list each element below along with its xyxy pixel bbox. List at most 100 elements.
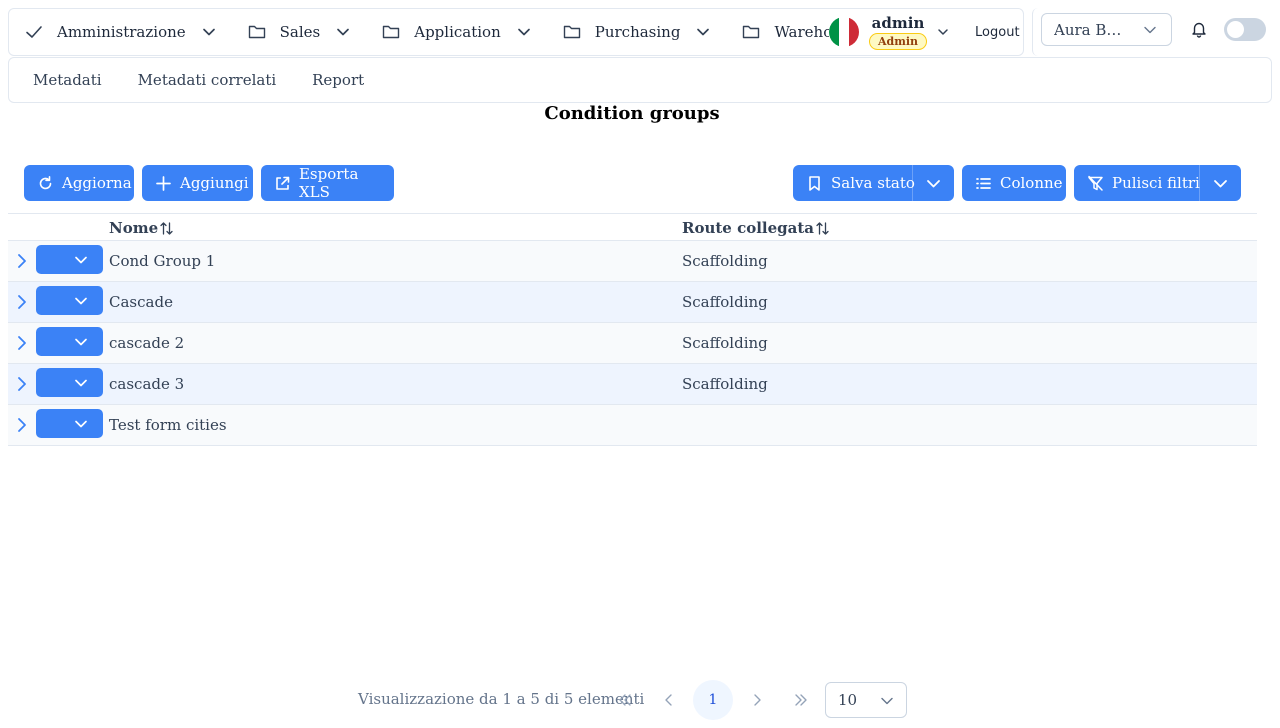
chevron-right-icon bbox=[754, 694, 761, 706]
theme-toggle[interactable] bbox=[1224, 18, 1266, 41]
tab-bar: Metadati Metadati correlati Report bbox=[8, 57, 1272, 103]
export-xls-button[interactable]: Esporta XLS bbox=[261, 165, 394, 201]
top-menubar: Amministrazione Sales Application Purcha… bbox=[8, 8, 1024, 56]
user-area: admin Admin Logout bbox=[829, 9, 1020, 55]
chevron-down-icon bbox=[75, 297, 87, 305]
rows-per-page-value: 10 bbox=[838, 691, 858, 709]
column-header-route-collegata[interactable]: Route collegata bbox=[682, 219, 830, 237]
folder-icon bbox=[743, 25, 760, 39]
save-state-button[interactable]: Salva stato bbox=[793, 165, 954, 201]
refresh-label: Aggiorna bbox=[62, 174, 132, 192]
save-state-dropdown[interactable] bbox=[912, 165, 954, 201]
add-button[interactable]: Aggiungi bbox=[142, 165, 253, 201]
chevrons-left-icon bbox=[619, 694, 631, 706]
company-select[interactable]: Aura B… bbox=[1041, 13, 1172, 46]
external-link-icon bbox=[276, 176, 290, 190]
chevron-right-icon[interactable] bbox=[14, 334, 30, 352]
add-label: Aggiungi bbox=[180, 174, 249, 192]
export-label: Esporta XLS bbox=[298, 165, 359, 201]
chevron-down-icon bbox=[75, 256, 87, 264]
chevron-right-icon[interactable] bbox=[14, 252, 30, 270]
chevron-down-icon bbox=[1214, 179, 1227, 187]
user-role-badge: Admin bbox=[869, 32, 928, 50]
columns-button[interactable]: Colonne bbox=[962, 165, 1066, 201]
row-actions-button[interactable] bbox=[36, 286, 103, 315]
chevron-right-icon[interactable] bbox=[14, 293, 30, 311]
sort-icon bbox=[160, 221, 173, 235]
save-state-label: Salva stato bbox=[831, 174, 915, 192]
table-row[interactable]: cascade 3 Scaffolding bbox=[8, 364, 1257, 405]
table-header: Nome Route collegata bbox=[8, 214, 1257, 241]
tab-metadati-correlati[interactable]: Metadati correlati bbox=[138, 71, 277, 89]
table-row[interactable]: Cascade Scaffolding bbox=[8, 282, 1257, 323]
logout-button[interactable]: Logout bbox=[975, 25, 1020, 40]
header-right-panel: Aura B… bbox=[1032, 8, 1272, 56]
user-menu[interactable]: admin Admin bbox=[869, 15, 928, 50]
plus-icon bbox=[156, 175, 171, 191]
condition-groups-table: Nome Route collegata Cond Group 1 Scaffo… bbox=[8, 213, 1257, 446]
toggle-knob bbox=[1227, 21, 1244, 38]
column-header-nome[interactable]: Nome bbox=[109, 219, 174, 237]
cell-route: Scaffolding bbox=[682, 293, 768, 311]
pagination-summary: Visualizzazione da 1 a 5 di 5 elementi bbox=[358, 690, 645, 708]
table-row[interactable]: cascade 2 Scaffolding bbox=[8, 323, 1257, 364]
last-page-button[interactable] bbox=[781, 680, 821, 720]
tab-metadati[interactable]: Metadati bbox=[33, 71, 102, 89]
next-page-button[interactable] bbox=[737, 680, 777, 720]
menu-item-amministrazione[interactable]: Amministrazione bbox=[9, 9, 232, 55]
chevron-down-icon[interactable] bbox=[937, 26, 949, 38]
table-row[interactable]: Cond Group 1 Scaffolding bbox=[8, 241, 1257, 282]
menu-item-label: Application bbox=[414, 23, 501, 41]
bell-icon[interactable] bbox=[1190, 20, 1208, 38]
chevron-down-icon bbox=[337, 28, 350, 36]
chevrons-right-icon bbox=[795, 694, 807, 706]
chevron-down-icon bbox=[75, 420, 87, 428]
menu-item-application[interactable]: Application bbox=[366, 9, 547, 55]
chevron-down-icon bbox=[1144, 26, 1156, 34]
page-title: Condition groups bbox=[544, 103, 720, 124]
menu-item-label: Purchasing bbox=[594, 23, 681, 41]
row-actions-button[interactable] bbox=[36, 327, 103, 356]
chevron-down-icon bbox=[202, 28, 215, 36]
tab-report[interactable]: Report bbox=[312, 71, 364, 89]
sort-icon bbox=[816, 221, 829, 235]
menu-item-purchasing[interactable]: Purchasing bbox=[547, 9, 727, 55]
menu-item-sales[interactable]: Sales bbox=[232, 9, 367, 55]
chevron-down-icon bbox=[927, 179, 940, 187]
menu-item-warehouse[interactable]: Warehou bbox=[726, 9, 842, 55]
clear-filters-button[interactable]: Pulisci filtri bbox=[1074, 165, 1241, 201]
rows-per-page-select[interactable]: 10 bbox=[825, 682, 907, 718]
row-actions-button[interactable] bbox=[36, 368, 103, 397]
filter-slash-icon bbox=[1088, 175, 1103, 191]
cell-name: cascade 3 bbox=[109, 375, 185, 393]
columns-label: Colonne bbox=[1000, 174, 1063, 192]
row-actions-button[interactable] bbox=[36, 245, 103, 274]
chevron-down-icon bbox=[697, 28, 710, 36]
menu-item-label: Amministrazione bbox=[57, 23, 186, 41]
italian-flag-icon[interactable] bbox=[829, 17, 859, 47]
prev-page-button[interactable] bbox=[649, 680, 689, 720]
refresh-icon bbox=[39, 175, 52, 189]
chevron-right-icon[interactable] bbox=[14, 375, 30, 393]
check-icon bbox=[26, 26, 42, 38]
cell-name: Cascade bbox=[109, 293, 173, 311]
table-row[interactable]: Test form cities bbox=[8, 405, 1257, 446]
bookmark-icon bbox=[809, 175, 820, 191]
company-select-value: Aura B… bbox=[1054, 20, 1122, 39]
chevron-down-icon bbox=[517, 28, 530, 36]
cell-name: Test form cities bbox=[109, 416, 227, 434]
page-number-button[interactable]: 1 bbox=[693, 680, 733, 720]
chevron-right-icon[interactable] bbox=[14, 416, 30, 434]
list-icon bbox=[976, 177, 991, 189]
first-page-button[interactable] bbox=[605, 680, 645, 720]
folder-icon bbox=[383, 25, 400, 39]
clear-filters-dropdown[interactable] bbox=[1199, 165, 1241, 201]
row-actions-button[interactable] bbox=[36, 409, 103, 438]
cell-name: cascade 2 bbox=[109, 334, 185, 352]
chevron-down-icon bbox=[75, 379, 87, 387]
refresh-button[interactable]: Aggiorna bbox=[24, 165, 134, 201]
cell-route: Scaffolding bbox=[682, 334, 768, 352]
column-header-label: Nome bbox=[109, 219, 159, 237]
folder-icon bbox=[248, 25, 265, 39]
chevron-down-icon bbox=[75, 338, 87, 346]
